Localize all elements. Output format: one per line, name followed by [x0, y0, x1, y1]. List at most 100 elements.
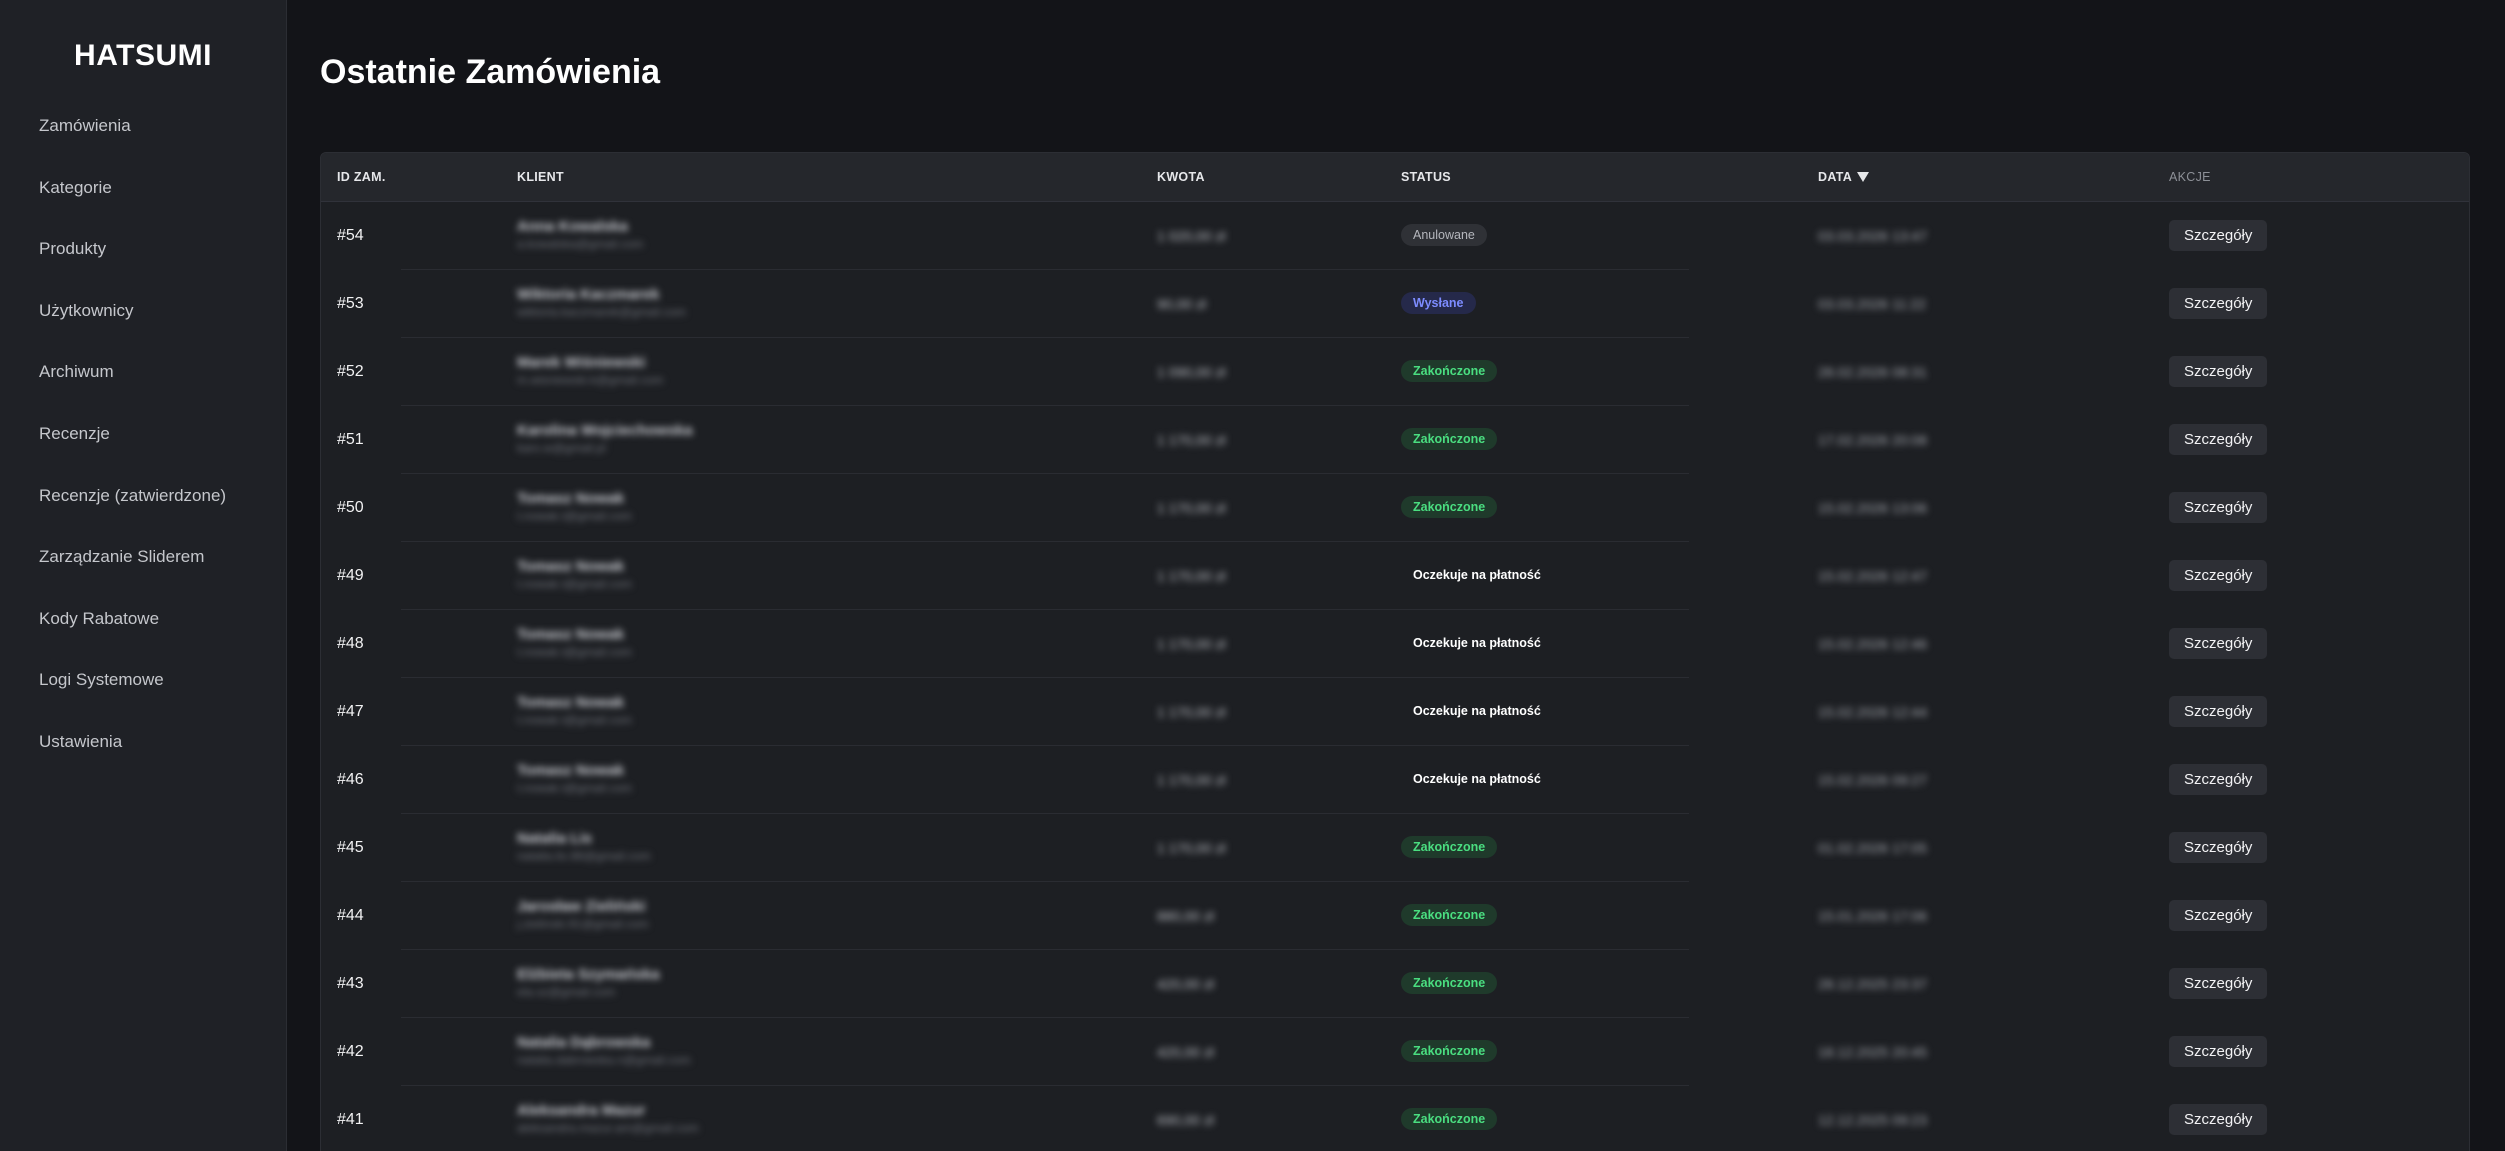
- brand-logo[interactable]: HATSUMI: [0, 0, 286, 78]
- table-row: #53 Wiktoria Kaczmarek wiktoria.kaczmare…: [321, 270, 2469, 338]
- order-date: 15.02.2026 09:27: [1818, 772, 1927, 788]
- client-email: natalia.lis.88@gmail.com: [517, 849, 651, 863]
- details-button[interactable]: Szczegóły: [2169, 900, 2268, 931]
- sidebar-item-uzytkownicy[interactable]: Użytkownicy: [39, 299, 286, 361]
- details-button[interactable]: Szczegóły: [2169, 832, 2268, 863]
- column-header-amount[interactable]: KWOTA: [1157, 153, 1205, 201]
- client-email: t.nowak.t@gmail.com: [517, 781, 632, 795]
- order-id[interactable]: #46: [337, 746, 364, 814]
- table-row: #46 Tomasz Nowak t.nowak.t@gmail.com 1 1…: [321, 746, 2469, 814]
- order-id[interactable]: #47: [337, 678, 364, 746]
- order-id[interactable]: #41: [337, 1086, 364, 1151]
- order-id[interactable]: #44: [337, 882, 364, 950]
- details-button[interactable]: Szczegóły: [2169, 424, 2268, 455]
- details-button[interactable]: Szczegóły: [2169, 968, 2268, 999]
- order-amount: 1 020,00 zł: [1157, 228, 1226, 244]
- details-button[interactable]: Szczegóły: [2169, 764, 2268, 795]
- status-cell: Zakończone: [1401, 1108, 1498, 1151]
- table-header: ID ZAM. KLIENT KWOTA STATUS DATA AKCJE: [321, 153, 2469, 202]
- order-id[interactable]: #45: [337, 814, 364, 882]
- column-header-client[interactable]: KLIENT: [517, 153, 564, 201]
- status-badge: Zakończone: [1401, 972, 1498, 994]
- order-id[interactable]: #42: [337, 1018, 364, 1086]
- details-button[interactable]: Szczegóły: [2169, 356, 2268, 387]
- order-date: 28.12.2025 23:37: [1818, 976, 1927, 992]
- order-id[interactable]: #50: [337, 474, 364, 542]
- sidebar-item-logi-systemowe[interactable]: Logi Systemowe: [39, 668, 286, 730]
- details-button[interactable]: Szczegóły: [2169, 560, 2268, 591]
- client-name: Natalia Dąbrowska: [517, 1034, 651, 1051]
- client-name: Tomasz Nowak: [517, 626, 625, 643]
- table-row: #51 Karolina Wojciechowska karo.w@gmail.…: [321, 406, 2469, 474]
- sidebar-item-ustawienia[interactable]: Ustawienia: [39, 730, 286, 792]
- sidebar-item-produkty[interactable]: Produkty: [39, 237, 286, 299]
- order-date: 15.02.2026 12:46: [1818, 636, 1927, 652]
- client-name: Aleksandra Mazur: [517, 1102, 646, 1119]
- sidebar-nav: Zamówienia Kategorie Produkty Użytkownic…: [0, 114, 286, 792]
- table-row: #50 Tomasz Nowak t.nowak.t@gmail.com 1 1…: [321, 474, 2469, 542]
- details-button[interactable]: Szczegóły: [2169, 628, 2268, 659]
- order-amount: 1 170,00 zł: [1157, 568, 1226, 584]
- sidebar: HATSUMI Zamówienia Kategorie Produkty Uż…: [0, 0, 287, 1151]
- table-row: #43 Elżbieta Szymańska ela.sz@gmail.com …: [321, 950, 2469, 1018]
- order-id[interactable]: #54: [337, 202, 364, 270]
- table-row: #49 Tomasz Nowak t.nowak.t@gmail.com 1 1…: [321, 542, 2469, 610]
- page-title: Ostatnie Zamówienia: [320, 53, 661, 91]
- order-date: 03.03.2026 13:47: [1818, 228, 1927, 244]
- table-row: #52 Marek Wiśniewski m.wisniewski.k@gmai…: [321, 338, 2469, 406]
- order-id[interactable]: #53: [337, 270, 364, 338]
- details-button[interactable]: Szczegóły: [2169, 220, 2268, 251]
- order-date: 15.02.2026 12:47: [1818, 568, 1927, 584]
- table-row: #45 Natalia Lis natalia.lis.88@gmail.com…: [321, 814, 2469, 882]
- order-amount: 1 170,00 zł: [1157, 840, 1226, 856]
- client-email: t.nowak.t@gmail.com: [517, 713, 632, 727]
- status-badge: Wysłane: [1401, 292, 1476, 314]
- sort-desc-icon: [1857, 172, 1870, 182]
- order-id[interactable]: #43: [337, 950, 364, 1018]
- table-row: #44 Jarosław Zieliński j.zielinski.91@gm…: [321, 882, 2469, 950]
- sidebar-item-kategorie[interactable]: Kategorie: [39, 176, 286, 238]
- order-id[interactable]: #52: [337, 338, 364, 406]
- order-date: 01.02.2026 17:05: [1818, 840, 1927, 856]
- client-email: t.nowak.t@gmail.com: [517, 645, 632, 659]
- status-badge: Zakończone: [1401, 428, 1498, 450]
- sidebar-item-kody-rabatowe[interactable]: Kody Rabatowe: [39, 607, 286, 669]
- details-button[interactable]: Szczegóły: [2169, 1104, 2268, 1135]
- client-email: t.nowak.t@gmail.com: [517, 577, 632, 591]
- column-header-status[interactable]: STATUS: [1401, 153, 1451, 201]
- client-email: natalia.dabrowska.n@gmail.com: [517, 1053, 691, 1067]
- sidebar-item-archiwum[interactable]: Archiwum: [39, 360, 286, 422]
- client-email: wiktoria.kaczmarek@gmail.com: [517, 305, 686, 319]
- client-email: a.kowalska@gmail.com: [517, 237, 644, 251]
- status-badge: Oczekuje na płatność: [1413, 568, 1541, 582]
- sidebar-item-recenzje-zatwierdzone[interactable]: Recenzje (zatwierdzone): [39, 484, 286, 546]
- details-button[interactable]: Szczegóły: [2169, 696, 2268, 727]
- details-button[interactable]: Szczegóły: [2169, 492, 2268, 523]
- column-header-date[interactable]: DATA: [1818, 153, 1870, 201]
- sidebar-item-recenzje[interactable]: Recenzje: [39, 422, 286, 484]
- table-body: #54 Anna Kowalska a.kowalska@gmail.com 1…: [321, 202, 2469, 1151]
- client-name: Tomasz Nowak: [517, 694, 625, 711]
- status-badge: Oczekuje na płatność: [1413, 636, 1541, 650]
- client-name: Tomasz Nowak: [517, 558, 625, 575]
- order-date: 18.12.2025 20:45: [1818, 1044, 1927, 1060]
- status-badge: Zakończone: [1401, 836, 1498, 858]
- sidebar-item-zamowienia[interactable]: Zamówienia: [39, 114, 286, 176]
- order-amount: 1 090,00 zł: [1157, 364, 1226, 380]
- client-name: Anna Kowalska: [517, 218, 628, 235]
- order-amount: 420,00 zł: [1157, 1044, 1214, 1060]
- table-row: #48 Tomasz Nowak t.nowak.t@gmail.com 1 1…: [321, 610, 2469, 678]
- status-badge: Oczekuje na płatność: [1413, 772, 1541, 786]
- order-amount: 1 170,00 zł: [1157, 432, 1226, 448]
- order-amount: 1 170,00 zł: [1157, 636, 1226, 652]
- client-name: Tomasz Nowak: [517, 490, 625, 507]
- order-id[interactable]: #49: [337, 542, 364, 610]
- column-header-date-label: DATA: [1818, 170, 1853, 184]
- sidebar-item-zarzadzanie-sliderem[interactable]: Zarządzanie Sliderem: [39, 545, 286, 607]
- details-button[interactable]: Szczegóły: [2169, 288, 2268, 319]
- column-header-id[interactable]: ID ZAM.: [337, 153, 386, 201]
- order-amount: 1 170,00 zł: [1157, 772, 1226, 788]
- order-id[interactable]: #48: [337, 610, 364, 678]
- details-button[interactable]: Szczegóły: [2169, 1036, 2268, 1067]
- order-id[interactable]: #51: [337, 406, 364, 474]
